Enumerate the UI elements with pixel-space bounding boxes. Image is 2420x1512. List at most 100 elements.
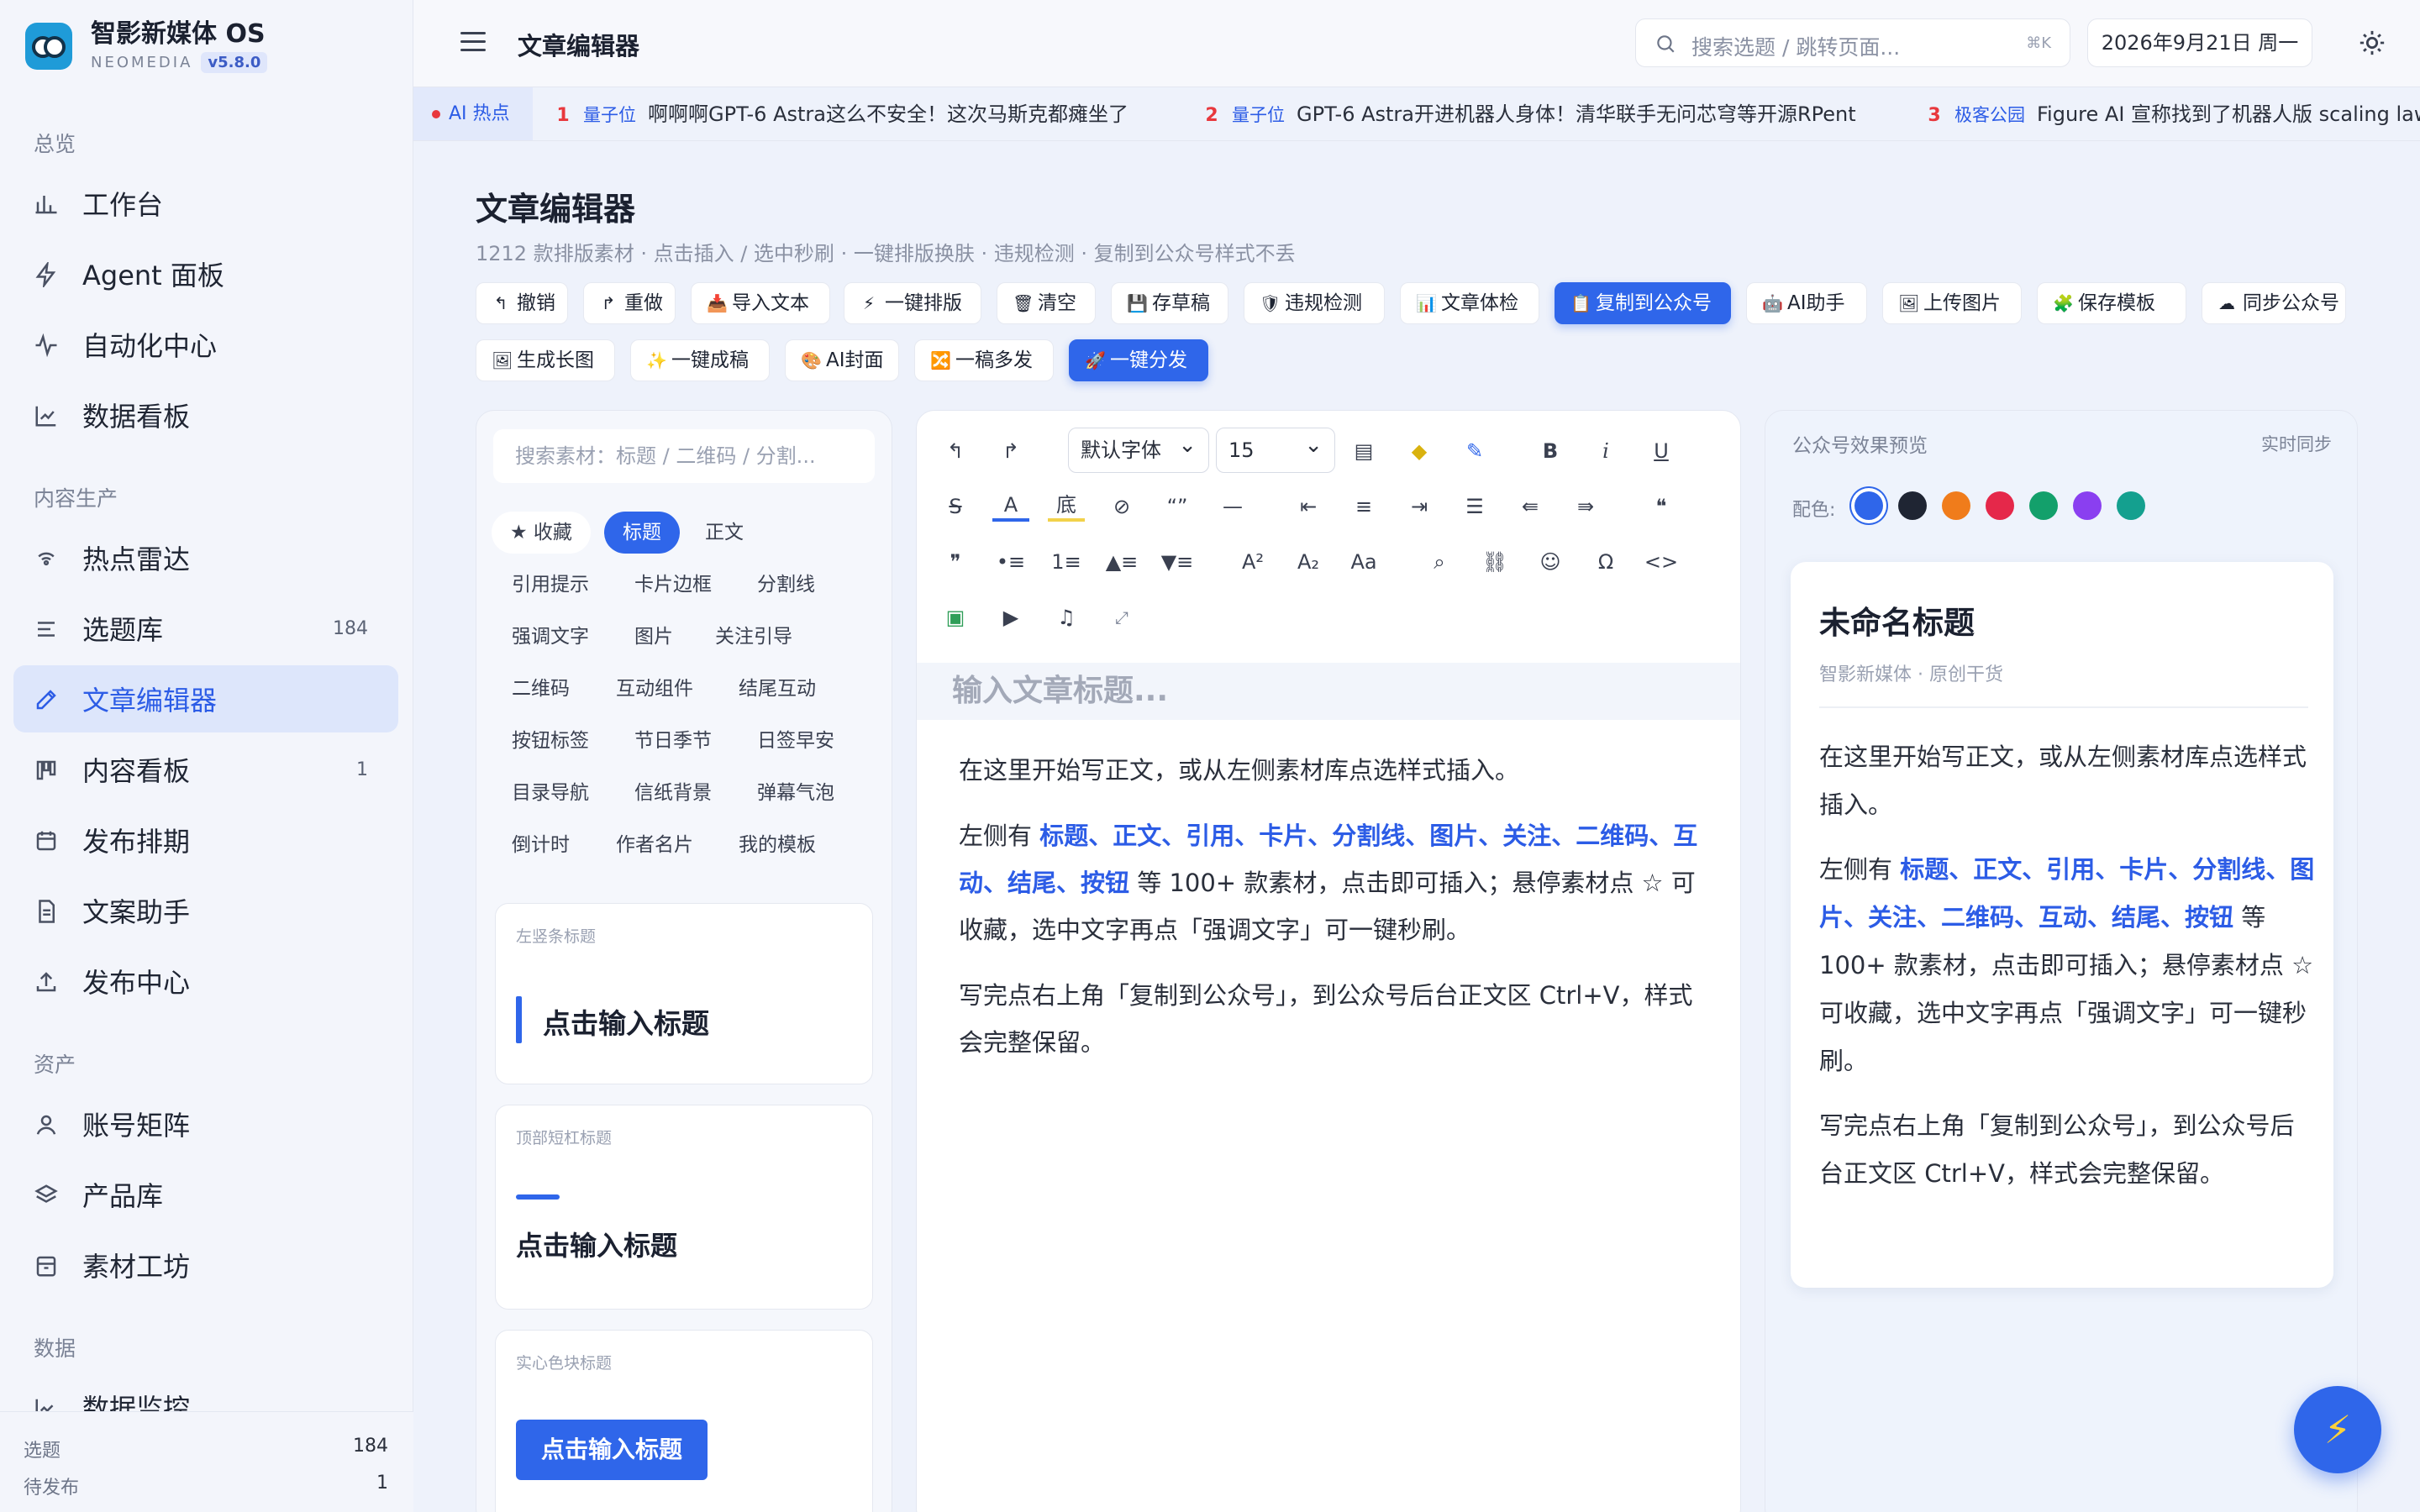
menu-icon[interactable]: [460, 32, 486, 52]
long-image-button[interactable]: 🖼 生成长图: [476, 339, 615, 381]
quick-action-bolt-icon[interactable]: ⚡: [2294, 1386, 2381, 1473]
chip-interactive[interactable]: 互动组件: [597, 668, 712, 710]
sidebar-item-article-editor[interactable]: 文章编辑器: [13, 665, 398, 732]
bold-icon[interactable]: B: [1532, 433, 1569, 470]
material-card[interactable]: 顶部短杠标题 点击输入标题: [495, 1105, 873, 1310]
material-card[interactable]: 左竖条标题 点击输入标题: [495, 903, 873, 1084]
superscript-icon[interactable]: A²: [1234, 543, 1271, 580]
chip-title[interactable]: 标题: [604, 512, 680, 554]
material-card[interactable]: 实心色块标题 点击输入标题: [495, 1330, 873, 1512]
numbered-list-icon[interactable]: 1≡: [1048, 543, 1085, 580]
highlight-icon[interactable]: 底: [1048, 488, 1085, 522]
font-size-select[interactable]: 15: [1216, 423, 1335, 473]
align-right-icon[interactable]: ⇥: [1401, 488, 1438, 525]
brand[interactable]: 智影新媒体 OS NEOMEDIA v5.8.0: [25, 18, 268, 73]
sidebar-item-dashboard[interactable]: 数据看板: [13, 381, 398, 449]
sidebar-item-automation[interactable]: 自动化中心: [13, 311, 398, 378]
chip-toc[interactable]: 目录导航: [493, 772, 608, 814]
material-search-input[interactable]: 搜索素材：标题 / 二维码 / 分割...: [493, 429, 875, 483]
chip-body[interactable]: 正文: [687, 512, 762, 554]
theme-toggle-icon[interactable]: [2358, 29, 2386, 57]
chip-favorites[interactable]: ★ 收藏: [492, 512, 591, 554]
auto-format-button[interactable]: ⚡ 一键排版: [844, 282, 981, 324]
color-swatch[interactable]: [2117, 491, 2145, 520]
multi-publish-button[interactable]: 🔀 一稿多发: [914, 339, 1054, 381]
search-input[interactable]: 搜索选题 / 跳转页面... ⌘K: [1635, 18, 2070, 67]
redo-icon[interactable]: ↱: [992, 433, 1029, 470]
undo-icon[interactable]: ↰: [937, 433, 974, 470]
line-height-down-icon[interactable]: ▼≡: [1159, 543, 1196, 580]
article-title-input[interactable]: 输入文章标题...: [917, 663, 1740, 720]
font-family-select[interactable]: 默认字体: [1068, 423, 1209, 473]
copy-to-wechat-button[interactable]: 📋 复制到公众号: [1555, 282, 1731, 324]
font-case-icon[interactable]: Aa: [1345, 543, 1382, 580]
chip-ending[interactable]: 结尾互动: [720, 668, 834, 710]
link-icon[interactable]: ⛓: [1476, 543, 1513, 580]
emoji-icon[interactable]: ☺: [1532, 543, 1569, 580]
code-icon[interactable]: <>: [1643, 543, 1680, 580]
insert-image-icon[interactable]: ▣: [937, 599, 974, 636]
sidebar-item-content-board[interactable]: 内容看板 1: [13, 736, 398, 803]
align-justify-icon[interactable]: ☰: [1456, 488, 1493, 525]
sidebar-item-hot-radar[interactable]: 热点雷达: [13, 524, 398, 591]
clear-button[interactable]: 🗑 清空: [997, 282, 1096, 324]
chip-button-tags[interactable]: 按钮标签: [493, 720, 608, 762]
find-icon[interactable]: ⌕: [1421, 543, 1458, 580]
undo-button[interactable]: ↰ 撤销: [476, 282, 568, 324]
sync-wechat-button[interactable]: ☁ 同步公众号: [2202, 282, 2346, 324]
close-quote-icon[interactable]: ❞: [937, 543, 974, 580]
sidebar-item-topics[interactable]: 选题库 184: [13, 595, 398, 662]
chip-card-border[interactable]: 卡片边框: [616, 564, 730, 606]
eraser-icon[interactable]: ◆: [1401, 433, 1438, 470]
horizontal-rule-icon[interactable]: —: [1214, 488, 1251, 525]
chip-letter-bg[interactable]: 信纸背景: [616, 772, 730, 814]
sidebar-item-schedule[interactable]: 发布排期: [13, 806, 398, 874]
sidebar-item-publish-center[interactable]: 发布中心: [13, 948, 398, 1015]
ticker-item[interactable]: 2 量子位 GPT-6 Astra开进机器人身体！清华联手无问芯穹等开源RPent: [1192, 87, 1855, 140]
sidebar-item-materials[interactable]: 素材工坊: [13, 1231, 398, 1299]
sidebar-item-agent[interactable]: Agent 面板: [13, 240, 398, 307]
chip-follow[interactable]: 关注引导: [697, 616, 811, 658]
insert-audio-icon[interactable]: ♫: [1048, 599, 1085, 636]
sidebar-item-monitor[interactable]: 数据监控: [13, 1374, 398, 1411]
chip-festival[interactable]: 节日季节: [616, 720, 730, 762]
sidebar-item-products[interactable]: 产品库: [13, 1161, 398, 1228]
color-swatch[interactable]: [1986, 491, 2014, 520]
align-center-icon[interactable]: ≡: [1345, 488, 1382, 525]
color-swatch[interactable]: [1942, 491, 1970, 520]
chip-my-templates[interactable]: 我的模板: [720, 824, 834, 866]
color-swatch[interactable]: [2029, 491, 2058, 520]
ticker-item[interactable]: 3 极客公园 Figure AI 宣称找到了机器人版 scaling law: [1914, 87, 2420, 140]
chip-quote[interactable]: 引用提示: [493, 564, 608, 606]
quote-marks-icon[interactable]: “”: [1159, 488, 1196, 525]
sidebar-item-workbench[interactable]: 工作台: [13, 170, 398, 237]
format-painter-icon[interactable]: ▤: [1345, 433, 1382, 470]
brush-icon[interactable]: ✎: [1456, 433, 1493, 470]
fullscreen-icon[interactable]: ⤢: [1103, 599, 1140, 636]
clear-format-icon[interactable]: ⊘: [1103, 488, 1140, 525]
underline-icon[interactable]: U: [1643, 433, 1680, 470]
article-body-editor[interactable]: 在这里开始写正文，或从左侧素材库点选样式插入。 左侧有 标题、正文、引用、卡片、…: [959, 747, 1707, 1084]
chip-image[interactable]: 图片: [616, 616, 692, 658]
line-height-up-icon[interactable]: ▲≡: [1103, 543, 1140, 580]
chip-danmaku[interactable]: 弹幕气泡: [739, 772, 853, 814]
color-swatch[interactable]: [2073, 491, 2102, 520]
color-swatch[interactable]: [1898, 491, 1927, 520]
ticker-item[interactable]: 1 量子位 啊啊啊GPT-6 Astra这么不安全！这次马斯克都瘫坐了: [543, 87, 1128, 140]
auto-draft-button[interactable]: ✨ 一键成稿: [630, 339, 770, 381]
one-click-distribute-button[interactable]: 🚀 一键分发: [1069, 339, 1208, 381]
bullet-list-icon[interactable]: •≡: [992, 543, 1029, 580]
font-color-icon[interactable]: A: [992, 488, 1029, 522]
ai-cover-button[interactable]: 🎨 AI封面: [785, 339, 899, 381]
blockquote-icon[interactable]: ❝: [1643, 488, 1680, 525]
chip-author-card[interactable]: 作者名片: [597, 824, 712, 866]
insert-video-icon[interactable]: ▶: [992, 599, 1029, 636]
align-left-icon[interactable]: ⇤: [1290, 488, 1327, 525]
compliance-check-button[interactable]: 🛡 违规检测: [1244, 282, 1385, 324]
chip-emphasis[interactable]: 强调文字: [493, 616, 608, 658]
article-checkup-button[interactable]: 📊 文章体检: [1400, 282, 1539, 324]
subscript-icon[interactable]: A₂: [1290, 543, 1327, 580]
special-char-icon[interactable]: Ω: [1587, 543, 1624, 580]
save-draft-button[interactable]: 💾 存草稿: [1111, 282, 1228, 324]
chip-daily[interactable]: 日签早安: [739, 720, 853, 762]
